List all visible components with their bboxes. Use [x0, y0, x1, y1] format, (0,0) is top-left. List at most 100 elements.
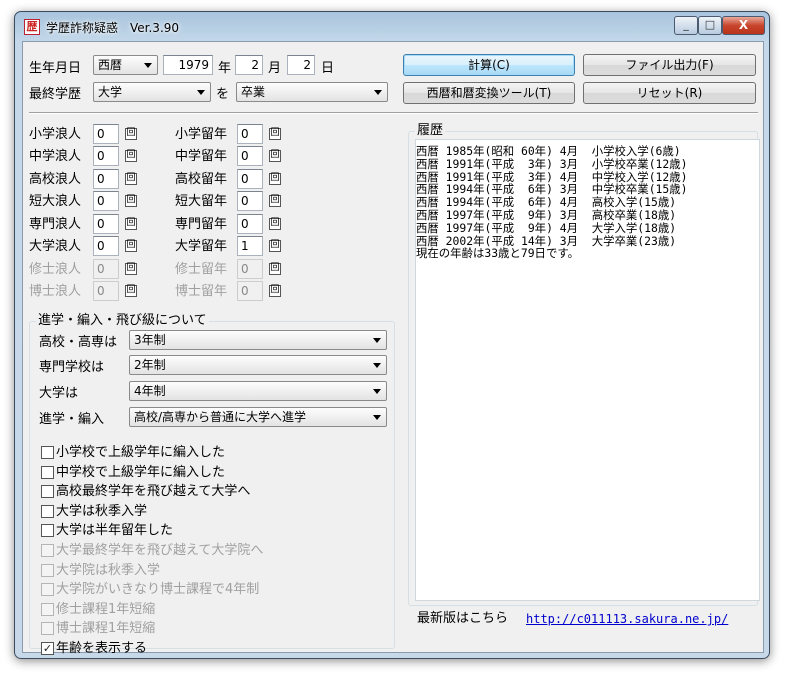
advance-setting-select[interactable]: 高校/高専から普通に大学へ進学 — [129, 407, 387, 427]
option-checkbox-label[interactable]: 高校最終学年を飛び越えて大学へ — [56, 484, 250, 500]
month-unit-label: 月 — [268, 61, 282, 76]
history-line: 西暦 1985年(昭和 60年) 4月 小学校入学(6歳) — [416, 144, 681, 158]
kai-unit-label: 回 — [269, 150, 281, 162]
option-checkbox[interactable] — [41, 465, 54, 479]
option-checkbox[interactable] — [41, 446, 54, 459]
ronin-count-input[interactable]: 0 — [93, 124, 119, 144]
era-select[interactable]: 西暦 — [93, 55, 158, 75]
option-checkbox[interactable]: ✓ — [41, 642, 54, 655]
kai-unit-label: 回 — [269, 285, 281, 297]
school-select-value: 大学 — [98, 85, 123, 99]
ronin-count-input[interactable]: 0 — [93, 191, 119, 211]
ryunen-count-input[interactable]: 0 — [237, 281, 263, 301]
ryunen-label: 専門留年 — [175, 217, 228, 232]
advance-setting-label: 大学は — [39, 386, 79, 401]
option-checkbox-label[interactable]: 中学校で上級学年に編入した — [56, 465, 225, 481]
advance-setting-select[interactable]: 3年制 — [129, 330, 387, 350]
ronin-count-input[interactable]: 0 — [93, 259, 119, 279]
chevron-down-icon — [197, 90, 205, 95]
history-line: 西暦 1997年(平成 9年) 4月 大学入学(18歳) — [416, 220, 677, 235]
birth-year-input[interactable]: 1979 — [163, 55, 213, 75]
advance-setting-select[interactable]: 2年制 — [129, 355, 387, 375]
school-select[interactable]: 大学 — [93, 82, 211, 102]
option-checkbox[interactable] — [41, 485, 54, 499]
option-checkbox-label[interactable]: 大学院は秋季入学 — [56, 563, 160, 579]
ronin-label: 中学浪人 — [29, 149, 82, 164]
option-checkbox[interactable] — [41, 622, 54, 636]
calculate-button[interactable]: 計算(C) — [403, 54, 575, 76]
chevron-down-icon — [144, 63, 152, 68]
graduation-status-select[interactable]: 卒業 — [236, 82, 388, 102]
option-checkbox-label[interactable]: 大学最終学年を飛び越えて大学院へ — [56, 543, 263, 559]
option-checkbox[interactable] — [41, 563, 54, 577]
history-title: 履歴 — [415, 123, 446, 139]
option-checkbox-label[interactable]: 年齢を表示する — [56, 641, 147, 657]
option-checkbox-label[interactable]: 大学は秋季入学 — [56, 504, 147, 520]
option-checkbox[interactable] — [41, 524, 54, 538]
era-select-value: 西暦 — [98, 58, 123, 72]
final-education-label: 最終学歴 — [29, 87, 82, 102]
birth-month-input[interactable]: 2 — [235, 55, 263, 75]
option-checkbox[interactable] — [41, 504, 54, 518]
ronin-count-input[interactable]: 0 — [93, 146, 119, 166]
advance-setting-label: 進学・編入 — [39, 412, 105, 427]
chevron-down-icon — [373, 338, 381, 343]
option-checkbox-label[interactable]: 小学校で上級学年に編入した — [56, 445, 225, 461]
ryunen-label: 博士留年 — [175, 284, 228, 299]
option-checkbox-label[interactable]: 大学院がいきなり博士課程で4年制 — [56, 582, 259, 598]
title-bar[interactable]: 歴 学歴詐称疑惑 Ver.3.90 _ □ X — [15, 12, 769, 40]
year-unit-label: 年 — [218, 61, 232, 76]
website-link-wrap: http://c011113.sakura.ne.jp/ — [526, 611, 728, 628]
option-checkbox-label[interactable]: 博士課程1年短縮 — [56, 621, 155, 637]
maximize-button[interactable]: □ — [698, 16, 722, 35]
chevron-down-icon — [373, 363, 381, 368]
ryunen-count-input[interactable]: 1 — [237, 236, 263, 256]
reset-button[interactable]: リセット(R) — [583, 82, 756, 104]
option-checkbox-label[interactable]: 修士課程1年短縮 — [56, 602, 155, 618]
ronin-count-input[interactable]: 0 — [93, 281, 119, 301]
kai-unit-label: 回 — [125, 285, 137, 297]
ronin-label: 専門浪人 — [29, 217, 82, 232]
ryunen-label: 修士留年 — [175, 262, 228, 277]
file-output-button[interactable]: ファイル出力(F) — [583, 54, 756, 76]
ryunen-count-input[interactable]: 0 — [237, 146, 263, 166]
advance-setting-value: 4年制 — [134, 384, 166, 398]
app-icon: 歴 — [24, 19, 40, 35]
website-link[interactable]: http://c011113.sakura.ne.jp/ — [526, 612, 728, 626]
ronin-count-input[interactable]: 0 — [93, 169, 119, 189]
kai-unit-label: 回 — [125, 128, 137, 140]
advance-setting-label: 高校・高専は — [39, 335, 118, 350]
ronin-count-input[interactable]: 0 — [93, 214, 119, 234]
ronin-label: 短大浪人 — [29, 194, 82, 209]
option-checkbox[interactable] — [41, 583, 54, 597]
ronin-count-input[interactable]: 0 — [93, 236, 119, 256]
advance-setting-value: 3年制 — [134, 333, 166, 347]
birth-day-input[interactable]: 2 — [287, 55, 315, 75]
close-button[interactable]: X — [722, 16, 765, 35]
minimize-button[interactable]: _ — [674, 16, 698, 35]
ryunen-count-input[interactable]: 0 — [237, 124, 263, 144]
advance-setting-label: 専門学校は — [39, 360, 105, 375]
kai-unit-label: 回 — [125, 173, 137, 185]
option-checkbox-label[interactable]: 大学は半年留年した — [56, 523, 173, 539]
main-panel: 生年月日 西暦 1979 年 2 月 2 日 最終学歴 大学 を 卒業 計算(C… — [22, 41, 764, 656]
advance-setting-select[interactable]: 4年制 — [129, 381, 387, 401]
graduation-status-value: 卒業 — [241, 85, 266, 99]
wo-label: を — [216, 87, 230, 102]
kai-unit-label: 回 — [125, 218, 137, 230]
ryunen-count-input[interactable]: 0 — [237, 259, 263, 279]
ryunen-count-input[interactable]: 0 — [237, 191, 263, 211]
kai-unit-label: 回 — [269, 128, 281, 140]
option-checkbox[interactable] — [41, 602, 54, 616]
latest-version-label: 最新版はこちら — [417, 611, 509, 626]
kai-unit-label: 回 — [125, 195, 137, 207]
ryunen-count-input[interactable]: 0 — [237, 214, 263, 234]
ryunen-count-input[interactable]: 0 — [237, 169, 263, 189]
history-textarea[interactable]: 西暦 1985年(昭和 60年) 4月 小学校入学(6歳) 西暦 1991年(平成… — [415, 139, 760, 601]
chevron-down-icon — [374, 90, 382, 95]
kai-unit-label: 回 — [125, 150, 137, 162]
history-line: 西暦 1991年(平成 3年) 3月 小学校卒業(12歳) — [416, 156, 688, 171]
option-checkbox[interactable] — [41, 544, 54, 557]
era-convert-tool-button[interactable]: 西暦和暦変換ツール(T) — [403, 82, 575, 104]
ryunen-label: 中学留年 — [175, 149, 228, 164]
